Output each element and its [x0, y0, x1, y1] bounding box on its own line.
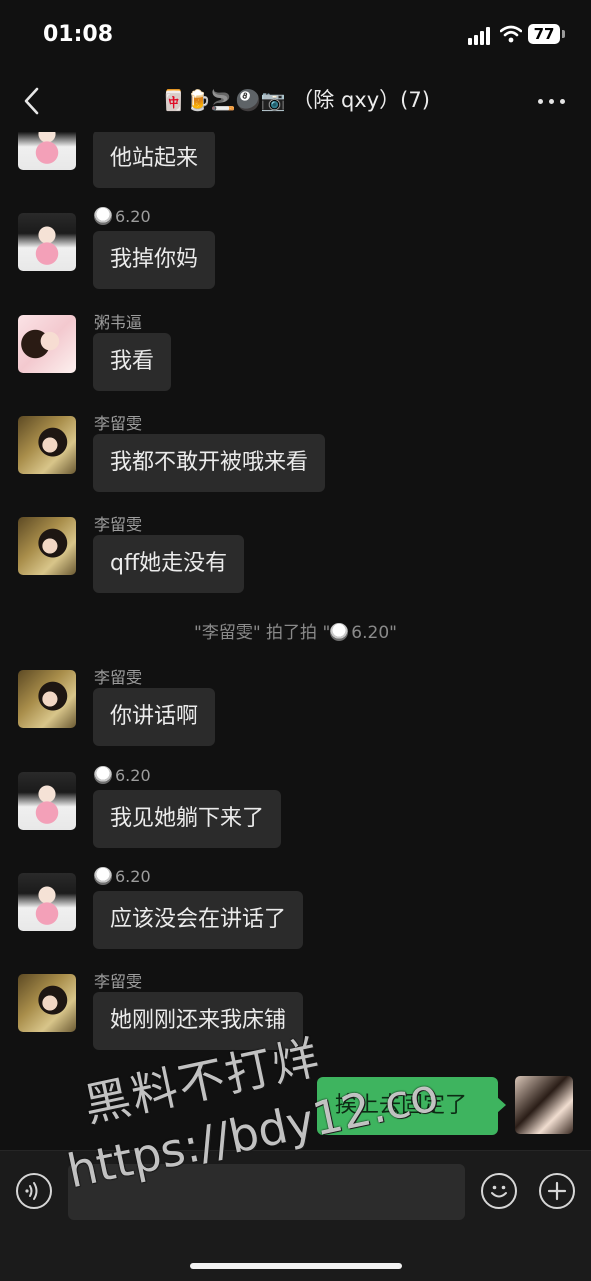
title-text: （除 qxy）(7)	[292, 88, 430, 112]
wifi-icon	[500, 25, 522, 43]
message-bubble[interactable]: 我见她躺下来了	[93, 790, 282, 848]
sender-name: 李留雯	[94, 972, 143, 991]
sender-name: 李留雯	[94, 668, 143, 687]
sender-name: 李留雯	[94, 515, 143, 534]
avatar[interactable]	[18, 974, 76, 1032]
voice-icon[interactable]	[16, 1173, 52, 1209]
chat-title: 🀄🍺🚬🎱📷 （除 qxy）(7)	[60, 84, 531, 114]
message-bubble[interactable]: 我掉你妈	[93, 231, 216, 289]
avatar[interactable]	[18, 873, 76, 931]
avatar[interactable]	[18, 772, 76, 830]
avatar[interactable]	[18, 517, 76, 575]
sender-name: 粥韦逼	[94, 313, 143, 332]
message-bubble[interactable]: 应该没会在讲话了	[93, 891, 304, 949]
message-input[interactable]	[68, 1164, 465, 1220]
cellular-signal-icon	[468, 27, 492, 45]
message-bubble[interactable]: 你讲话啊	[93, 688, 216, 746]
more-dots-icon[interactable]	[536, 86, 568, 116]
rice-emoji-icon	[94, 207, 112, 225]
status-time: 01:08	[43, 22, 114, 47]
plus-icon[interactable]	[539, 1173, 575, 1209]
title-emoji: 🀄🍺🚬🎱📷	[161, 88, 286, 112]
sender-name: 6.20	[94, 867, 151, 886]
sender-name: 6.20	[94, 766, 151, 785]
battery-tip	[562, 30, 565, 38]
message-bubble[interactable]: 我看	[93, 333, 172, 391]
sender-name: 李留雯	[94, 414, 143, 433]
status-bar: 01:08 77	[0, 0, 591, 70]
avatar[interactable]	[18, 132, 76, 170]
message-bubble[interactable]: qff她走没有	[93, 535, 245, 593]
rice-emoji-icon	[94, 867, 112, 885]
avatar[interactable]	[18, 416, 76, 474]
chat-message-list[interactable]: 他站起来 6.20 我掉你妈 粥韦逼 我看 李留雯 我都不敢开被哦来看 李留雯 …	[0, 132, 591, 1150]
emoji-icon[interactable]	[481, 1173, 517, 1209]
sender-name: 6.20	[94, 207, 151, 226]
my-avatar[interactable]	[515, 1076, 573, 1134]
my-message-bubble[interactable]: 挨上去固定了	[317, 1077, 506, 1135]
avatar[interactable]	[18, 213, 76, 271]
input-bar	[0, 1150, 591, 1281]
chevron-left-icon[interactable]	[20, 86, 44, 116]
system-notice: "李留雯" 拍了拍 " 6.20"	[194, 623, 397, 643]
avatar[interactable]	[18, 670, 76, 728]
chat-header: 🀄🍺🚬🎱📷 （除 qxy）(7)	[0, 70, 591, 132]
message-bubble[interactable]: 她刚刚还来我床铺	[93, 992, 304, 1050]
message-bubble[interactable]: 我都不敢开被哦来看	[93, 434, 326, 492]
home-indicator	[190, 1263, 402, 1269]
rice-emoji-icon	[330, 623, 349, 641]
battery-indicator: 77	[528, 24, 560, 44]
rice-emoji-icon	[94, 766, 112, 784]
avatar[interactable]	[18, 315, 76, 373]
message-bubble[interactable]: 他站起来	[93, 132, 216, 188]
